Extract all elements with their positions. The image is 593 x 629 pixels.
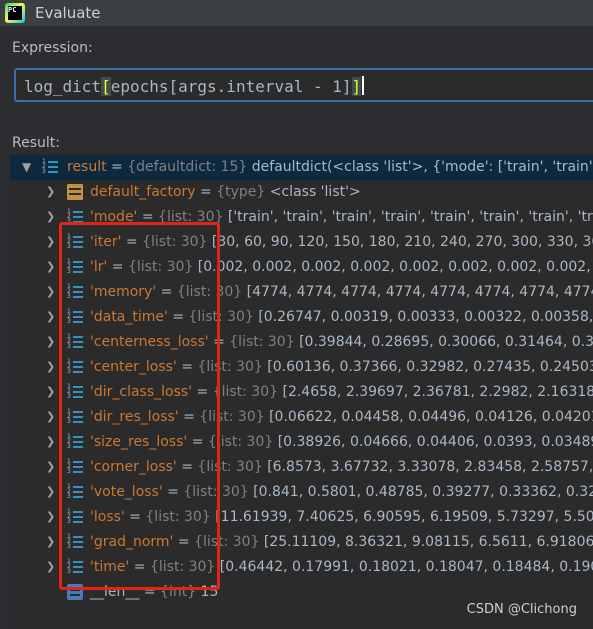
chevron-down-icon[interactable]: ▼ (22, 160, 32, 174)
item-value: [6.8573, 3.67732, 3.33078, 2.83458, 2.58… (267, 459, 593, 475)
item-value: [0.841, 0.5801, 0.48785, 0.39277, 0.3336… (253, 484, 593, 500)
expr-identifier: log_dict (24, 77, 102, 96)
result-name: result (67, 159, 107, 175)
chevron-right-icon[interactable]: ❯ (46, 560, 56, 574)
expression-label: Expression: (12, 40, 93, 56)
tree-row-result[interactable]: ▼ 123 result = {defaultdict: 15} default… (10, 155, 593, 180)
chevron-right-icon[interactable]: ❯ (46, 260, 56, 274)
result-value: defaultdict(<class 'list'>, {'mode': ['t… (251, 159, 593, 175)
window-title: Evaluate (35, 4, 101, 22)
chevron-right-icon[interactable]: ❯ (46, 235, 56, 249)
chevron-right-icon[interactable]: ❯ (46, 510, 56, 524)
pycharm-icon-text: PC (8, 6, 22, 20)
expr-open-bracket-outer: [ (101, 77, 111, 96)
item-name: default_factory (90, 184, 196, 200)
chevron-right-icon[interactable]: ❯ (46, 210, 56, 224)
item-value: [11.61939, 7.40625, 6.90595, 6.19509, 5.… (215, 509, 593, 525)
chevron-right-icon[interactable]: ❯ (46, 435, 56, 449)
item-value: [0.002, 0.002, 0.002, 0.002, 0.002, 0.00… (197, 259, 593, 275)
tree-row[interactable]: ❯ default_factory = {type} <class 'list'> (10, 180, 593, 205)
expression-text[interactable]: log_dict[epochs[args.interval - 1]] (24, 76, 365, 96)
result-label: Result: (12, 135, 60, 151)
chevron-right-icon[interactable]: ❯ (46, 485, 56, 499)
item-value: [4774, 4774, 4774, 4774, 4774, 4774, 477… (246, 284, 593, 300)
item-type: {list: 30} (212, 384, 279, 400)
item-value: <class 'list'> (269, 184, 361, 200)
item-value: [2.4658, 2.39697, 2.36781, 2.2982, 2.163… (282, 384, 593, 400)
chevron-right-icon[interactable]: ❯ (46, 335, 56, 349)
chevron-right-icon[interactable]: ❯ (46, 460, 56, 474)
annotation-red-box (59, 222, 220, 590)
field-icon (67, 184, 83, 200)
item-value: [0.60136, 0.37366, 0.32982, 0.27435, 0.2… (267, 359, 593, 375)
chevron-right-icon[interactable]: ❯ (46, 360, 56, 374)
item-value: [0.46442, 0.17991, 0.18021, 0.18047, 0.1… (219, 559, 593, 575)
item-type: {list: 30} (229, 334, 295, 350)
item-type: {type} (216, 184, 266, 200)
text-caret (362, 76, 365, 95)
chevron-right-icon[interactable]: ❯ (46, 535, 56, 549)
title-bar: PC Evaluate (0, 0, 593, 26)
chevron-right-icon[interactable]: ❯ (46, 410, 56, 424)
expr-close-bracket-inner: ] (341, 77, 352, 96)
item-value: [0.26747, 0.00319, 0.00333, 0.00322, 0.0… (258, 309, 593, 325)
item-value: [0.38926, 0.04666, 0.04406, 0.0393, 0.03… (277, 434, 593, 450)
expr-open-bracket-inner: [ (168, 77, 179, 96)
expression-input[interactable]: log_dict[epochs[args.interval - 1]] (14, 68, 593, 102)
equals-sign: = (195, 184, 217, 200)
expr-epochs: epochs (110, 77, 169, 96)
expr-index: args.interval - 1 (178, 77, 342, 96)
item-value: [0.39844, 0.28695, 0.30066, 0.31464, 0.3… (299, 334, 593, 350)
chevron-right-icon[interactable]: ❯ (46, 385, 56, 399)
item-value: [25.11109, 8.36321, 9.08115, 6.5611, 6.9… (263, 534, 593, 550)
item-value: [30, 60, 90, 120, 150, 180, 210, 240, 27… (211, 234, 593, 250)
watermark: CSDN @Clichong (466, 602, 577, 617)
dict-icon: 123 (42, 159, 58, 175)
chevron-right-icon[interactable]: ❯ (46, 310, 56, 324)
chevron-right-icon[interactable]: ❯ (46, 185, 56, 199)
pycharm-icon: PC (5, 3, 25, 23)
result-type: {defaultdict: 15} (127, 159, 248, 175)
item-value: [0.06622, 0.04458, 0.04496, 0.04126, 0.0… (269, 409, 593, 425)
chevron-right-icon[interactable]: ❯ (46, 285, 56, 299)
expr-close-bracket-outer: ] (351, 77, 362, 96)
item-value: ['train', 'train', 'train', 'train', 'tr… (227, 209, 593, 225)
